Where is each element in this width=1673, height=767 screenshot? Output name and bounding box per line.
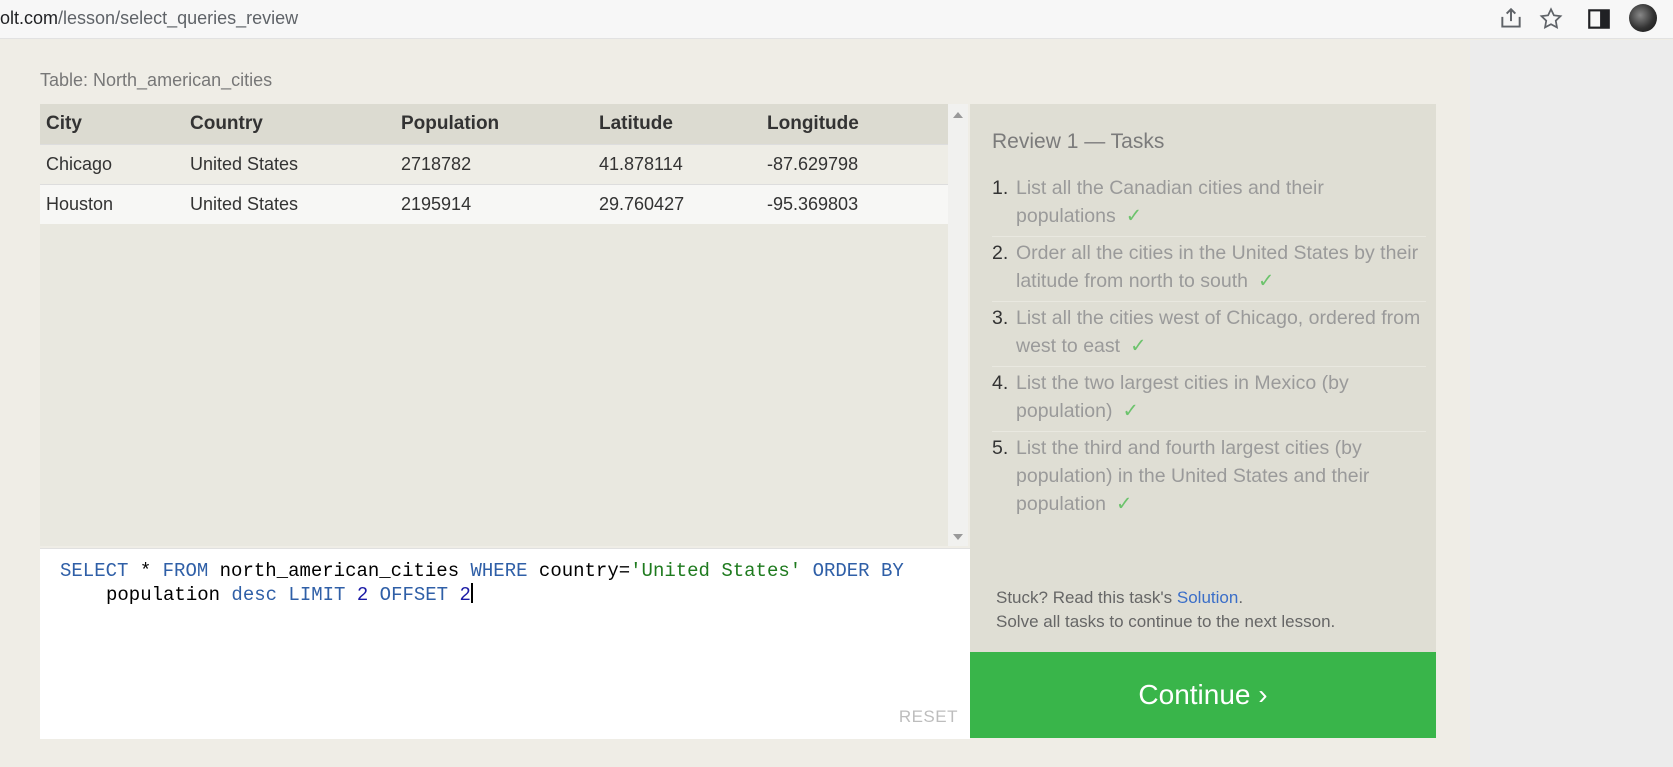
sql-editor[interactable]: SELECT * FROM north_american_cities WHER…: [40, 548, 970, 739]
reset-button[interactable]: RESET: [899, 707, 958, 727]
task-item: 5. List the third and fourth largest citi…: [992, 432, 1426, 524]
cell-city: Chicago: [40, 144, 184, 185]
table-row: Chicago United States 2718782 41.878114 …: [40, 144, 948, 185]
sql-token: OFFSET: [368, 584, 460, 606]
page-gutter: [1470, 40, 1673, 767]
bookmark-star-icon[interactable]: [1538, 6, 1564, 32]
help-suffix: .: [1238, 588, 1244, 607]
browser-address-bar[interactable]: olt.com/lesson/select_queries_review: [0, 0, 1673, 39]
sql-token: desc: [231, 584, 278, 606]
task-text: Order all the cities in the United State…: [1016, 242, 1419, 292]
url-text[interactable]: olt.com/lesson/select_queries_review: [0, 8, 298, 29]
column-header-city: City: [40, 104, 184, 145]
sql-token: 2: [459, 584, 471, 606]
url-host: olt.com: [0, 8, 59, 28]
sql-token: population: [106, 584, 232, 606]
scroll-up-arrow-icon[interactable]: [953, 112, 963, 118]
sql-line-1: SELECT * FROM north_american_cities WHER…: [60, 559, 940, 583]
task-item: 3. List all the cities west of Chicago, o…: [992, 302, 1426, 367]
cell-country: United States: [184, 184, 395, 224]
cell-population: 2195914: [395, 184, 593, 224]
cell-population: 2718782: [395, 144, 593, 185]
tasks-panel: Review 1 — Tasks 1. List all the Canadian…: [970, 104, 1436, 652]
check-icon: ✓: [1257, 270, 1275, 292]
task-item: 1. List all the Canadian cities and their…: [992, 172, 1426, 237]
task-text-wrap: List the two largest cities in Mexico (b…: [1016, 369, 1426, 425]
task-item: 2. Order all the cities in the United Sta…: [992, 237, 1426, 302]
check-icon: ✓: [1125, 205, 1143, 227]
task-item: 4. List the two largest cities in Mexico …: [992, 367, 1426, 432]
table-label: Table: North_american_cities: [40, 70, 273, 90]
sql-token: north_american_cities: [208, 560, 471, 582]
cell-longitude: -87.629798: [761, 144, 948, 185]
results-scrollbar[interactable]: [948, 104, 968, 546]
task-text-wrap: List all the Canadian cities and their p…: [1016, 174, 1426, 230]
sql-token: ORDER BY: [801, 560, 904, 582]
task-text: List the third and fourth largest cities…: [1016, 437, 1370, 515]
help-line-2: Solve all tasks to continue to the next …: [996, 612, 1336, 631]
check-icon: ✓: [1116, 493, 1133, 515]
scroll-down-arrow-icon[interactable]: [953, 534, 963, 540]
side-panel-icon[interactable]: [1586, 6, 1612, 32]
column-header-population: Population: [395, 104, 593, 145]
profile-avatar[interactable]: [1629, 4, 1657, 32]
column-header-country: Country: [184, 104, 395, 145]
sql-token: 2: [356, 584, 369, 606]
sql-code[interactable]: SELECT * FROM north_american_cities WHER…: [60, 559, 940, 607]
sql-token: SELECT: [60, 560, 129, 582]
help-text: Stuck? Read this task's Solution. Solve …: [996, 586, 1335, 634]
task-text-wrap: Order all the cities in the United State…: [1016, 239, 1426, 295]
task-number: 5.: [992, 437, 1009, 459]
cell-latitude: 29.760427: [593, 184, 761, 224]
task-text: List all the Canadian cities and their p…: [1016, 177, 1324, 227]
sql-token: 'United States': [630, 560, 802, 582]
task-list: 1. List all the Canadian cities and their…: [992, 172, 1426, 524]
task-number: 3.: [992, 307, 1009, 329]
tasks-title: Review 1 — Tasks: [992, 130, 1165, 153]
solution-link[interactable]: Solution: [1177, 588, 1238, 607]
sql-line-2: population desc LIMIT 2 OFFSET 2: [60, 583, 940, 607]
share-icon[interactable]: [1498, 6, 1524, 32]
cell-city: Houston: [40, 184, 184, 224]
sql-token: LIMIT: [277, 584, 357, 606]
task-number: 4.: [992, 372, 1009, 394]
task-number: 1.: [992, 177, 1009, 199]
column-header-latitude: Latitude: [593, 104, 761, 145]
text-cursor: [470, 583, 473, 603]
sql-token: FROM: [162, 560, 209, 582]
task-text: List all the cities west of Chicago, ord…: [1016, 307, 1421, 357]
results-table: City Country Population Latitude Longitu…: [40, 104, 948, 546]
check-icon: ✓: [1122, 400, 1139, 422]
column-header-longitude: Longitude: [761, 104, 948, 145]
sql-token: country=: [527, 560, 631, 582]
url-path: /lesson/select_queries_review: [58, 8, 299, 28]
table-row: Houston United States 2195914 29.760427 …: [40, 184, 948, 224]
check-icon: ✓: [1130, 335, 1147, 357]
continue-button[interactable]: Continue ›: [970, 652, 1436, 738]
task-text: List the two largest cities in Mexico (b…: [1016, 372, 1349, 422]
task-number: 2.: [992, 242, 1009, 264]
help-prefix: Stuck? Read this task's: [996, 588, 1177, 607]
cell-longitude: -95.369803: [761, 184, 948, 224]
sql-token: *: [128, 560, 163, 582]
cell-country: United States: [184, 144, 395, 185]
cell-latitude: 41.878114: [593, 144, 761, 185]
task-text-wrap: List all the cities west of Chicago, ord…: [1016, 304, 1426, 360]
task-text-wrap: List the third and fourth largest cities…: [1016, 434, 1426, 518]
sql-token: WHERE: [470, 560, 528, 582]
